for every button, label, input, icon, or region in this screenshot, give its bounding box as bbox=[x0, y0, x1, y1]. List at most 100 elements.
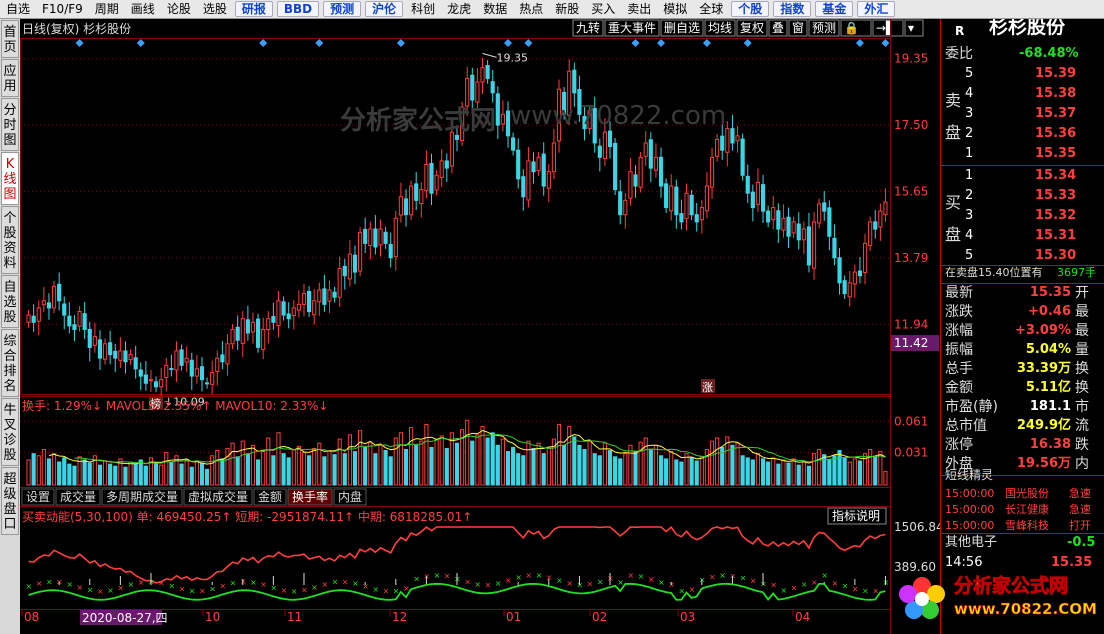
menu-12[interactable]: 数据 bbox=[477, 0, 513, 18]
menu-22[interactable]: 外汇 bbox=[857, 1, 896, 17]
event-diamond-icon[interactable] bbox=[524, 39, 533, 47]
menu-0[interactable]: 自选 bbox=[0, 0, 36, 18]
chart-tool-6[interactable]: 窗 bbox=[788, 19, 808, 37]
nav-tab-2[interactable]: 分时图 bbox=[1, 98, 19, 151]
volume-bar bbox=[235, 456, 240, 486]
event-diamond-icon[interactable] bbox=[631, 39, 640, 47]
chart-tool-10[interactable]: ▾ bbox=[904, 19, 924, 37]
event-diamond-icon[interactable] bbox=[881, 39, 890, 47]
ask-level: 2 bbox=[965, 126, 974, 141]
bid-level: 1 bbox=[965, 168, 974, 183]
menu-4[interactable]: 论股 bbox=[161, 0, 197, 18]
event-diamond-icon[interactable] bbox=[259, 39, 268, 47]
svg-text:×: × bbox=[556, 576, 563, 585]
event-diamond-icon[interactable] bbox=[396, 39, 405, 47]
event-diamond-icon[interactable] bbox=[743, 39, 752, 47]
chart-tool-1[interactable]: 重大事件 bbox=[604, 19, 660, 37]
volume-tab-1[interactable]: 成交量 bbox=[55, 488, 101, 506]
menu-16[interactable]: 卖出 bbox=[621, 0, 657, 18]
svg-text:×: × bbox=[709, 573, 716, 582]
volume-bar bbox=[113, 465, 118, 486]
menu-8[interactable]: 预测 bbox=[323, 1, 362, 17]
menu-7[interactable]: BBD bbox=[276, 1, 320, 17]
candle bbox=[817, 198, 822, 229]
chart-tool-7[interactable]: 预测 bbox=[808, 19, 840, 37]
menu-19[interactable]: 个股 bbox=[731, 1, 770, 17]
menu-15[interactable]: 买入 bbox=[585, 0, 621, 18]
menu-9[interactable]: 沪伦 bbox=[365, 1, 404, 17]
event-diamond-icon[interactable] bbox=[657, 39, 666, 47]
svg-text:×: × bbox=[495, 579, 502, 588]
menu-2[interactable]: 周期 bbox=[89, 0, 125, 18]
candle bbox=[842, 275, 847, 299]
chart-canvas[interactable]: 日线(复权) 杉杉股份 九转 重大事件 删自选 均线 复权叠窗预测 🔒 →▌ ▾ 19.35 17.… bbox=[20, 19, 940, 634]
menu-18[interactable]: 全球 bbox=[693, 0, 729, 18]
candle bbox=[31, 304, 36, 332]
nav-tab-3[interactable]: K线图 bbox=[1, 152, 19, 205]
event-diamond-icon[interactable] bbox=[702, 39, 711, 47]
volume-bar bbox=[618, 458, 623, 486]
event-diamond-icon[interactable] bbox=[855, 39, 864, 47]
candle bbox=[77, 306, 82, 332]
volume-bar bbox=[210, 455, 215, 486]
event-diamond-icon[interactable] bbox=[75, 39, 84, 47]
menu-3[interactable]: 画线 bbox=[125, 0, 161, 18]
nav-tab-5[interactable]: 自选股 bbox=[1, 275, 19, 328]
menu-5[interactable]: 选股 bbox=[197, 0, 233, 18]
menu-13[interactable]: 热点 bbox=[513, 0, 549, 18]
nav-tab-8[interactable]: 超级盘口 bbox=[1, 467, 19, 535]
kline-chart-area[interactable]: 日线(复权) 杉杉股份 九转 重大事件 删自选 均线 复权叠窗预测 🔒 →▌ ▾ 19.35 17.… bbox=[20, 19, 940, 634]
volume-tab-6[interactable]: 内盘 bbox=[333, 488, 367, 506]
svg-text:九转: 九转 bbox=[576, 20, 600, 35]
menu-1[interactable]: F10/F9 bbox=[36, 0, 89, 18]
nav-tab-7[interactable]: 牛叉诊股 bbox=[1, 398, 19, 466]
svg-text:金额: 金额 bbox=[258, 489, 282, 504]
volume-bar bbox=[776, 463, 781, 486]
volume-tab-4[interactable]: 金额 bbox=[253, 488, 287, 506]
event-marker[interactable]: 涨 bbox=[701, 379, 715, 394]
volume-tab-5[interactable]: 换手率 bbox=[287, 488, 333, 506]
volume-bar bbox=[465, 419, 470, 486]
quote-label: 市盈(静) bbox=[945, 399, 998, 415]
site-logo: 分析家公式网 www.70822.COM bbox=[899, 574, 1097, 619]
menu-10[interactable]: 科创 bbox=[405, 0, 441, 18]
chart-tool-3[interactable]: 均线 bbox=[704, 19, 736, 37]
menu-17[interactable]: 模拟 bbox=[657, 0, 693, 18]
nav-tab-1[interactable]: 应用 bbox=[1, 59, 19, 97]
menu-11[interactable]: 龙虎 bbox=[441, 0, 477, 18]
menu-20[interactable]: 指数 bbox=[773, 1, 812, 17]
volume-bar bbox=[26, 459, 31, 486]
svg-text:▾: ▾ bbox=[908, 21, 914, 35]
chart-tool-5[interactable]: 叠 bbox=[768, 19, 788, 37]
candle bbox=[500, 100, 505, 132]
event-diamond-icon[interactable] bbox=[504, 39, 513, 47]
chart-tool-9[interactable]: →▌ bbox=[872, 19, 904, 37]
volume-tab-0[interactable]: 设置 bbox=[21, 488, 55, 506]
event-diamond-icon[interactable] bbox=[315, 39, 324, 47]
candle bbox=[368, 221, 373, 260]
volume-bar bbox=[725, 436, 730, 486]
candle bbox=[786, 207, 791, 249]
menu-14[interactable]: 新股 bbox=[549, 0, 585, 18]
chart-tool-8[interactable]: 🔒 bbox=[840, 19, 872, 37]
nav-tab-4[interactable]: 个股资料 bbox=[1, 206, 19, 274]
candle bbox=[546, 164, 551, 203]
stock-mark: R bbox=[955, 24, 965, 38]
event-diamond-icon[interactable] bbox=[136, 39, 145, 47]
candle bbox=[271, 302, 276, 330]
nav-tab-0[interactable]: 首页 bbox=[1, 20, 19, 58]
volume-bar bbox=[179, 463, 184, 486]
indicator-help-button[interactable]: 指标说明 bbox=[827, 507, 887, 525]
svg-text:×: × bbox=[617, 578, 624, 587]
candle bbox=[301, 283, 307, 317]
menu-6[interactable]: 研报 bbox=[234, 1, 273, 17]
volume-tab-3[interactable]: 虚拟成交量 bbox=[183, 488, 253, 506]
candle bbox=[143, 361, 148, 391]
menu-21[interactable]: 基金 bbox=[815, 1, 854, 17]
nav-tab-6[interactable]: 综合排名 bbox=[1, 329, 19, 397]
volume-bar bbox=[245, 453, 250, 486]
chart-tool-4[interactable]: 复权 bbox=[736, 19, 768, 37]
chart-tool-2[interactable]: 删自选 bbox=[660, 19, 704, 37]
chart-tool-0[interactable]: 九转 bbox=[572, 19, 604, 37]
volume-tab-2[interactable]: 多周期成交量 bbox=[101, 488, 183, 506]
